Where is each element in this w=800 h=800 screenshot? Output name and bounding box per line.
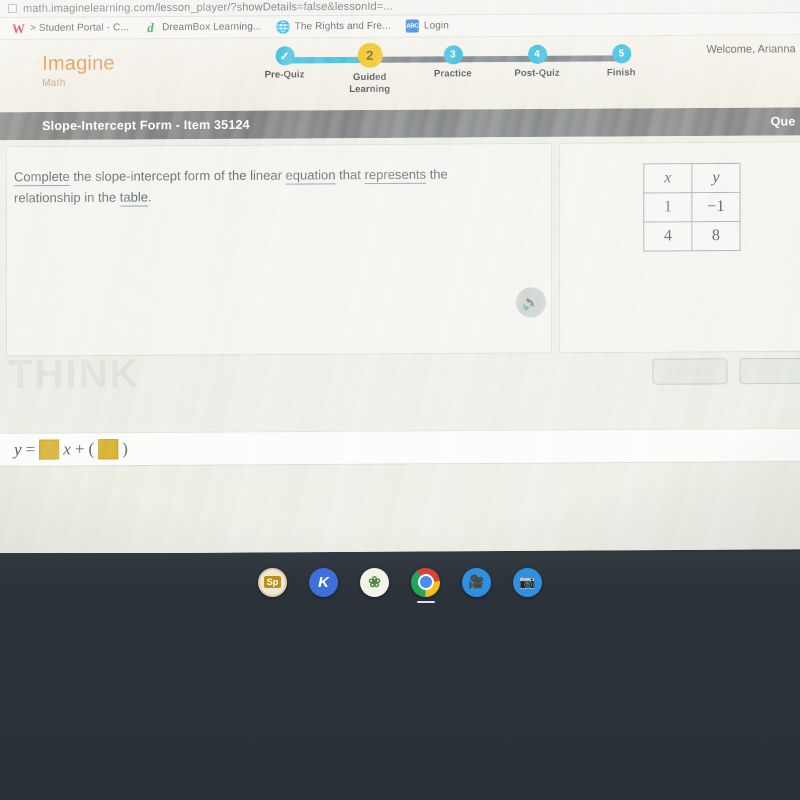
action-buttons: CLEAR CHE xyxy=(652,357,800,385)
equation-lhs: y xyxy=(14,439,22,459)
step-post-quiz[interactable]: 4 Post-Quiz xyxy=(497,44,577,80)
data-table: x y 1 −1 4 8 xyxy=(643,162,741,252)
table-cell-y: −1 xyxy=(691,192,740,222)
bookmark-label: DreamBox Learning... xyxy=(162,21,262,34)
table-row: 4 8 xyxy=(643,221,740,252)
plant-icon-glyph: ❀ xyxy=(368,574,381,591)
answer-input-bar: y = x + ( ) xyxy=(0,427,800,467)
step-finish[interactable]: 5 Finish xyxy=(581,44,661,79)
clear-button[interactable]: CLEAR xyxy=(652,358,728,385)
k-icon-label: K xyxy=(318,573,329,591)
step-label-line2: Learning xyxy=(349,83,391,95)
answer-area-background xyxy=(0,462,800,555)
table-header-y: y xyxy=(691,163,740,193)
step-label-line1: Guided xyxy=(353,71,387,84)
imagine-math-logo[interactable]: Imagine Math xyxy=(42,52,115,89)
bookmark-student-portal[interactable]: W > Student Portal - C... xyxy=(7,20,134,36)
question-text: Complete the slope-intercept form of the… xyxy=(14,163,470,208)
step-label: Finish xyxy=(606,67,636,79)
table-cell-x: 4 xyxy=(643,221,692,252)
table-row: 1 −1 xyxy=(643,192,740,223)
logo-primary-text: Imagine xyxy=(42,52,115,75)
step-dot-completed-icon: ✓ xyxy=(275,46,295,66)
page-title: Slope-Intercept Form - Item 35124 xyxy=(42,117,250,134)
equation-equals: = xyxy=(25,439,36,459)
camera-glyph: 📷 xyxy=(519,574,536,589)
sprout-sp-icon[interactable]: Sp xyxy=(258,567,287,597)
slope-input-blank[interactable] xyxy=(39,439,60,460)
kami-k-icon[interactable]: K xyxy=(309,567,338,597)
step-label: Practice xyxy=(433,68,472,80)
bookmark-dreambox[interactable]: d DreamBox Learning... xyxy=(139,20,267,36)
step-practice[interactable]: 3 Practice xyxy=(413,45,493,80)
video-camera-icon[interactable]: 🎥 xyxy=(462,567,491,597)
chrome-running-indicator xyxy=(416,600,435,603)
question-text-fragment: the slope-intercept form of the linear xyxy=(69,167,286,184)
taskbar: Sp K ❀ 🎥 📷 xyxy=(0,553,800,800)
bookmark-rights-and-freedoms[interactable]: 🌐 The Rights and Fre... xyxy=(272,20,396,34)
bookmark-label: The Rights and Fre... xyxy=(294,20,391,33)
equation-close-paren: ) xyxy=(122,439,128,459)
logo-secondary-text: Math xyxy=(42,77,66,89)
question-text-fragment: that xyxy=(335,167,365,183)
step-pre-quiz[interactable]: ✓ Pre-Quiz xyxy=(244,46,324,81)
glossary-term-table[interactable]: table xyxy=(119,189,149,207)
monitor-photo: math.imaginelearning.com/lesson_player/?… xyxy=(0,0,800,800)
step-dot: 5 xyxy=(611,44,631,64)
wordpress-w-icon: W xyxy=(12,20,26,36)
sp-icon-label: Sp xyxy=(263,576,282,588)
camera-icon[interactable]: 📷 xyxy=(513,567,542,597)
welcome-message: Welcome, Arianna xyxy=(706,43,796,56)
step-dot: 4 xyxy=(527,44,547,64)
step-label: Pre-Quiz xyxy=(264,69,305,81)
page-icon xyxy=(8,3,18,13)
chrome-icon[interactable] xyxy=(411,567,440,603)
glossary-term-represents[interactable]: represents xyxy=(364,166,427,185)
bookmark-login[interactable]: ABC Login xyxy=(401,19,454,33)
step-dot-active: 2 xyxy=(357,42,383,68)
url-text[interactable]: math.imaginelearning.com/lesson_player/?… xyxy=(23,0,393,14)
glossary-term-equation[interactable]: equation xyxy=(285,167,336,185)
table-cell-y: 8 xyxy=(691,221,740,251)
table-cell-x: 1 xyxy=(643,192,692,223)
bookmark-label: > Student Portal - C... xyxy=(30,22,130,34)
check-button[interactable]: CHE xyxy=(739,357,800,385)
browser-window: math.imaginelearning.com/lesson_player/?… xyxy=(0,0,800,555)
question-counter-label: Que xyxy=(770,114,796,129)
table-header-row: x y xyxy=(643,163,740,193)
globe-icon: 🌐 xyxy=(275,19,291,34)
think-watermark: THINK xyxy=(8,351,141,397)
plant-leaf-icon[interactable]: ❀ xyxy=(360,567,389,597)
step-label: Guided Learning xyxy=(330,72,410,96)
video-camera-glyph: 🎥 xyxy=(468,574,485,589)
equation-plus: + xyxy=(74,439,85,459)
step-label: Post-Quiz xyxy=(514,67,560,80)
equation-variable: x xyxy=(63,439,71,459)
equation-open-paren: ( xyxy=(88,439,95,459)
step-dot: 3 xyxy=(443,45,463,65)
speaker-icon[interactable]: 🔊 xyxy=(516,287,547,318)
lesson-progress-stepper: ✓ Pre-Quiz 2 Guided Learning 3 Practice … xyxy=(263,42,644,106)
step-guided-learning[interactable]: 2 Guided Learning xyxy=(330,42,410,96)
abc-login-icon: ABC xyxy=(405,19,419,33)
intercept-input-blank[interactable] xyxy=(98,439,119,460)
table-header-x: x xyxy=(643,163,692,193)
dreambox-d-icon: d xyxy=(147,20,154,36)
app-header: Imagine Math Welcome, Arianna ✓ Pre-Quiz… xyxy=(0,35,800,113)
glossary-term-complete[interactable]: Complete xyxy=(14,168,70,187)
taskbar-icons: Sp K ❀ 🎥 📷 xyxy=(0,553,800,611)
bookmark-label: Login xyxy=(423,20,449,32)
equation-template: y = x + ( ) xyxy=(14,439,128,460)
question-text-fragment: . xyxy=(148,189,152,205)
